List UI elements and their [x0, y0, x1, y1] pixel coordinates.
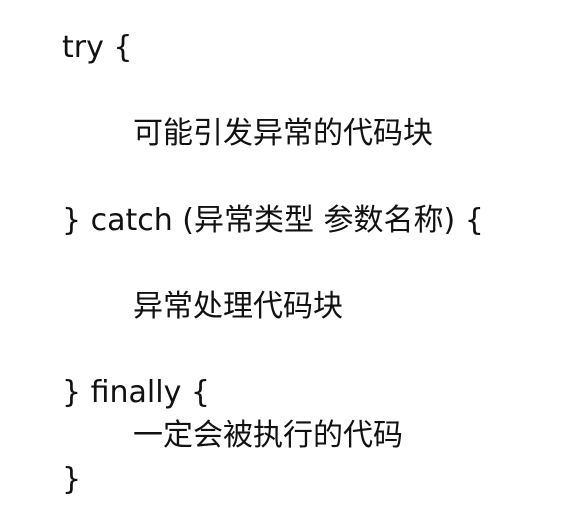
code-snippet: try { 可能引发异常的代码块 } catch (异常类型 参数名称) { 异… [0, 0, 564, 530]
finally-line: } finally { [62, 375, 210, 410]
try-body-line: 可能引发异常的代码块 [133, 116, 433, 151]
catch-body-line: 异常处理代码块 [133, 289, 343, 324]
try-line: try { [62, 30, 133, 65]
closing-brace-line: } [62, 462, 82, 497]
finally-body-line: 一定会被执行的代码 [133, 418, 403, 453]
catch-line: } catch (异常类型 参数名称) { [62, 203, 484, 238]
